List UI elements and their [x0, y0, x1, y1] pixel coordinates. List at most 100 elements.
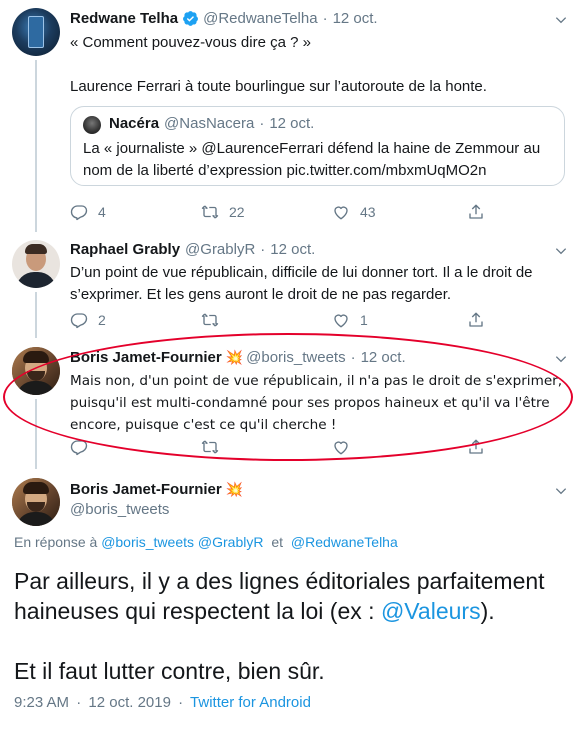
- tweet-text: Mais non, d'un point de vue républicain,…: [70, 370, 565, 436]
- tweet-text: D’un point de vue républicain, difficile…: [70, 262, 565, 306]
- verified-badge-icon: [183, 11, 199, 26]
- main-text-line: Par ailleurs, il y a des lignes éditoria…: [14, 568, 545, 594]
- avatar-redwane[interactable]: [12, 8, 60, 56]
- mention-link[interactable]: @Valeurs: [381, 598, 481, 624]
- reply-button[interactable]: 2: [70, 311, 106, 329]
- quote-text-line: La « journaliste » @LaurenceFerrari défe…: [83, 140, 541, 157]
- separator-dot: ·: [322, 10, 328, 27]
- tweet-meta: 9:23 AM · 12 oct. 2019 · Twitter for And…: [14, 694, 311, 711]
- main-text-line: Et il faut lutter contre, bien sûr.: [14, 658, 325, 684]
- reply-icon: [70, 313, 88, 329]
- heart-icon: [334, 441, 348, 455]
- separator-dot: ·: [350, 349, 356, 366]
- collision-emoji-icon: 💥: [225, 349, 244, 365]
- reply-prefix: En réponse à: [14, 534, 98, 550]
- tweet-header: Boris Jamet-Fournier 💥 @boris_tweets · 1…: [70, 349, 406, 366]
- tweet-text-line: puisqu'il est multi-condamné pour ses pr…: [70, 395, 550, 411]
- tweet-text-line: Mais non, d'un point de vue républicain,…: [70, 373, 563, 389]
- tweet-header: Redwane Telha @RedwaneTelha · 12 oct.: [70, 10, 378, 27]
- thread-line: [35, 60, 37, 232]
- main-text-line: haineuses qui respectent la loi (ex : @V…: [14, 596, 569, 626]
- reply-count: 2: [98, 312, 106, 328]
- main-author-handle-row: @boris_tweets: [70, 501, 169, 518]
- quote-header: Nacéra @NasNacera · 12 oct.: [109, 115, 314, 132]
- tweet-text-line: s’exprimer. Et les gens auront le droit …: [70, 286, 452, 303]
- share-icon: [469, 204, 483, 219]
- retweet-count: 22: [229, 204, 245, 220]
- share-icon: [469, 439, 483, 454]
- tweet-time[interactable]: 9:23 AM: [14, 694, 69, 711]
- reply-user-link[interactable]: @boris_tweets: [101, 534, 194, 550]
- retweet-icon: [201, 313, 219, 327]
- tweet-header: Raphael Grably @GrablyR · 12 oct.: [70, 241, 315, 258]
- author-handle[interactable]: @GrablyR: [185, 241, 255, 258]
- avatar-raphael[interactable]: [12, 240, 60, 288]
- separator-dot: ·: [76, 694, 82, 711]
- tweet-date[interactable]: 12 oct.: [361, 349, 406, 366]
- author-handle[interactable]: @RedwaneTelha: [203, 10, 317, 27]
- tweet-full-date[interactable]: 12 oct. 2019: [88, 694, 171, 711]
- quote-author-name: Nacéra: [109, 115, 160, 132]
- quote-text-line: nom de la liberté d’expression pic.twitt…: [83, 162, 487, 179]
- chevron-down-icon[interactable]: [554, 244, 568, 258]
- author-name[interactable]: Raphael Grably: [70, 241, 180, 258]
- share-button[interactable]: [467, 438, 485, 456]
- tweet-text-line: « Comment pouvez-vous dire ça ? »: [70, 34, 311, 51]
- chevron-down-icon[interactable]: [554, 484, 568, 498]
- tweet-text: « Comment pouvez-vous dire ça ? » Lauren…: [70, 32, 565, 98]
- tweet-text-line: D’un point de vue républicain, difficile…: [70, 264, 533, 281]
- share-button[interactable]: [467, 203, 485, 221]
- retweet-icon: [201, 440, 219, 454]
- like-count: 43: [360, 204, 376, 220]
- main-tweet-text: Par ailleurs, il y a des lignes éditoria…: [14, 566, 569, 686]
- main-text-segment: haineuses qui respectent la loi (ex :: [14, 598, 381, 624]
- quote-text: La « journaliste » @LaurenceFerrari défe…: [83, 138, 561, 182]
- quote-avatar: [83, 116, 101, 134]
- quoted-tweet[interactable]: Nacéra @NasNacera · 12 oct. La « journal…: [70, 106, 565, 186]
- reply-user-link[interactable]: @RedwaneTelha: [291, 534, 398, 550]
- share-button[interactable]: [467, 311, 485, 329]
- tweet-date[interactable]: 12 oct.: [333, 10, 378, 27]
- author-name[interactable]: Boris Jamet-Fournier: [70, 481, 222, 498]
- author-name[interactable]: Boris Jamet-Fournier: [70, 349, 222, 366]
- reply-icon: [70, 440, 88, 456]
- reply-user-link[interactable]: @GrablyR: [198, 534, 264, 550]
- share-icon: [469, 312, 483, 327]
- like-button[interactable]: 43: [332, 203, 376, 221]
- tweet-source[interactable]: Twitter for Android: [190, 694, 311, 711]
- author-handle[interactable]: @boris_tweets: [70, 501, 169, 518]
- separator-dot: ·: [178, 694, 184, 711]
- thread-line: [35, 399, 37, 469]
- heart-icon: [334, 314, 348, 328]
- author-name[interactable]: Redwane Telha: [70, 10, 178, 27]
- like-count: 1: [360, 312, 368, 328]
- tweet-text-line: encore, puisque c'est ce qu'il cherche !: [70, 417, 337, 433]
- reply-count: 4: [98, 204, 106, 220]
- replying-to: En réponse à @boris_tweets @GrablyR et @…: [14, 534, 398, 550]
- reply-button[interactable]: 4: [70, 203, 106, 221]
- quote-date: 12 oct.: [269, 115, 315, 132]
- avatar-boris[interactable]: [12, 347, 60, 395]
- main-text-segment: ).: [480, 598, 495, 624]
- tweet-date[interactable]: 12 oct.: [270, 241, 315, 258]
- retweet-button[interactable]: 22: [201, 203, 245, 221]
- tweet-text-line: Laurence Ferrari à toute bourlingue sur …: [70, 78, 487, 95]
- chevron-down-icon[interactable]: [554, 13, 568, 27]
- reply-icon: [70, 205, 88, 221]
- like-button[interactable]: 1: [332, 311, 368, 329]
- like-button[interactable]: [332, 438, 350, 456]
- collision-emoji-icon: 💥: [225, 481, 244, 497]
- avatar-boris-main[interactable]: [12, 478, 60, 526]
- retweet-button[interactable]: [201, 311, 229, 329]
- retweet-button[interactable]: [201, 438, 219, 456]
- retweet-icon: [201, 205, 219, 219]
- reply-button[interactable]: [70, 438, 88, 456]
- thread-line: [35, 292, 37, 338]
- chevron-down-icon[interactable]: [554, 352, 568, 366]
- main-author-name-row: Boris Jamet-Fournier 💥: [70, 481, 246, 498]
- separator-dot: ·: [260, 241, 266, 258]
- separator-dot: ·: [259, 115, 265, 132]
- reply-and: et: [271, 534, 284, 550]
- author-handle[interactable]: @boris_tweets: [246, 349, 345, 366]
- heart-icon: [334, 206, 348, 220]
